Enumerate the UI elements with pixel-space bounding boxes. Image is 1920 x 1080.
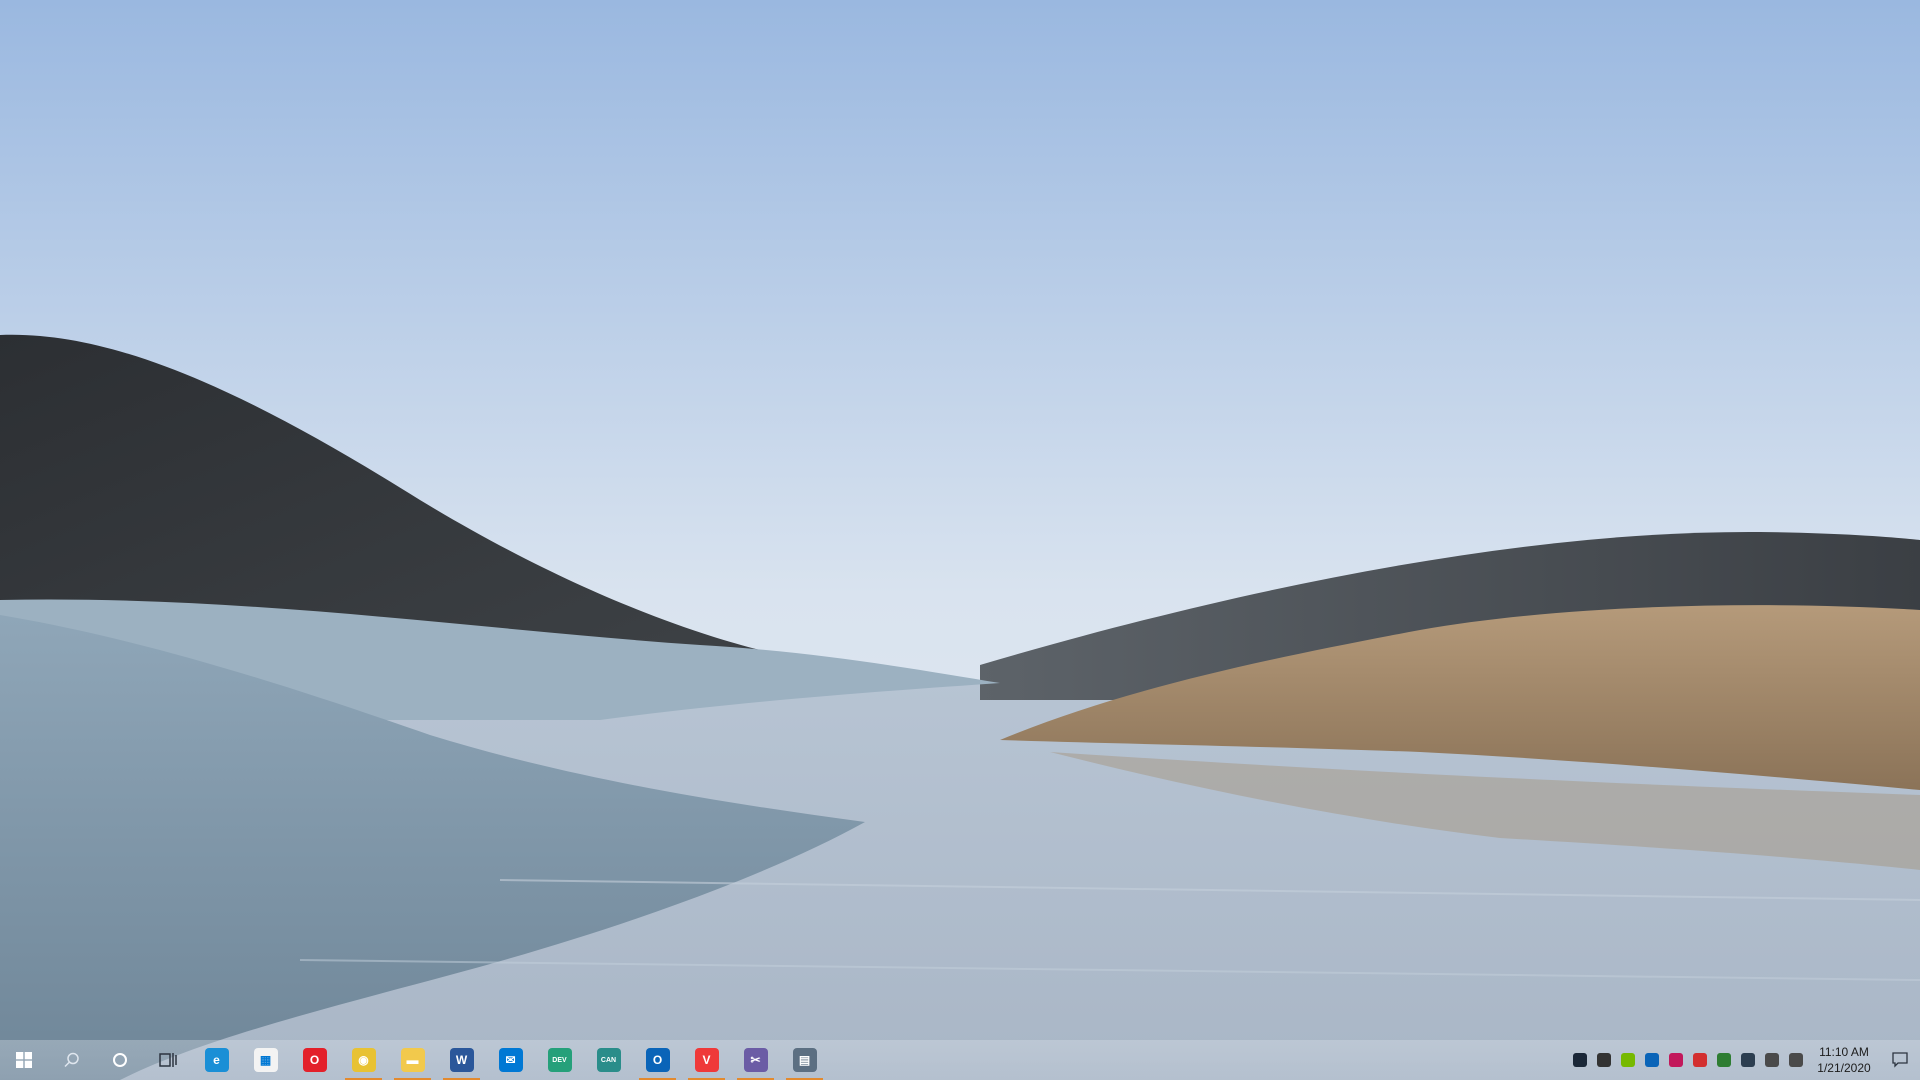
volume-muted-tray-icon <box>1789 1053 1803 1067</box>
taskbar-app-outlook[interactable]: O <box>633 1040 682 1080</box>
action-center-button[interactable] <box>1880 1040 1920 1080</box>
system-tray: 11:10 AM 1/21/2020 <box>1568 1040 1920 1080</box>
printer-tray-button[interactable] <box>1592 1040 1616 1080</box>
pinned-apps: e ▦ O ◉ ▬ W ✉ DEV CAN O V ✂ ▤ <box>192 1040 829 1080</box>
taskbar-app-edge-canary[interactable]: CAN <box>584 1040 633 1080</box>
taskbar-app-snip-tool[interactable]: ✂ <box>731 1040 780 1080</box>
taskbar-app-opera[interactable]: O <box>290 1040 339 1080</box>
security-tray-icon <box>1717 1053 1731 1067</box>
security-tray-button[interactable] <box>1712 1040 1736 1080</box>
edge-canary-icon: CAN <box>596 1048 621 1072</box>
taskbar-app-word[interactable]: W <box>437 1040 486 1080</box>
shield-tray-icon <box>1741 1053 1755 1067</box>
taskbar: e ▦ O ◉ ▬ W ✉ DEV CAN O V ✂ ▤ 11:10 AM 1/21/2020 <box>0 1040 1920 1080</box>
edge-icon: e <box>204 1048 229 1072</box>
edge-dev-icon: DEV <box>547 1048 572 1072</box>
tray-icons <box>1568 1040 1808 1080</box>
wallpaper <box>0 0 1920 1080</box>
volume-muted-tray-button[interactable] <box>1784 1040 1808 1080</box>
windows-logo-icon <box>16 1052 32 1068</box>
word-icon: W <box>449 1048 474 1072</box>
search-button[interactable] <box>48 1040 96 1080</box>
screenshot-tray-button[interactable] <box>1688 1040 1712 1080</box>
taskbar-app-chrome[interactable]: ◉ <box>339 1040 388 1080</box>
clock-time: 11:10 AM <box>1819 1045 1869 1059</box>
network-tray-button[interactable] <box>1760 1040 1784 1080</box>
outlook-icon: O <box>645 1048 670 1072</box>
shield-tray-button[interactable] <box>1736 1040 1760 1080</box>
search-icon <box>64 1052 79 1068</box>
start-button[interactable] <box>0 1040 48 1080</box>
nvidia-tray-icon <box>1621 1053 1635 1067</box>
steam-tray-button[interactable] <box>1568 1040 1592 1080</box>
network-tray-icon <box>1765 1053 1779 1067</box>
task-view-button[interactable] <box>144 1040 192 1080</box>
steam-tray-icon <box>1573 1053 1587 1067</box>
mail-icon: ✉ <box>498 1048 523 1072</box>
outlook-tray-icon <box>1645 1053 1659 1067</box>
file-explorer-icon: ▬ <box>400 1048 425 1072</box>
clock-date: 1/21/2020 <box>1817 1061 1871 1075</box>
taskbar-left: e ▦ O ◉ ▬ W ✉ DEV CAN O V ✂ ▤ <box>0 1040 829 1080</box>
screenshot-tray-icon <box>1693 1053 1707 1067</box>
paint-tray-button[interactable] <box>1664 1040 1688 1080</box>
taskbar-app-file-explorer[interactable]: ▬ <box>388 1040 437 1080</box>
taskbar-app-mail[interactable]: ✉ <box>486 1040 535 1080</box>
news-icon: ▤ <box>792 1048 817 1072</box>
taskbar-app-news[interactable]: ▤ <box>780 1040 829 1080</box>
cortana-button[interactable] <box>96 1040 144 1080</box>
nvidia-tray-button[interactable] <box>1616 1040 1640 1080</box>
clock[interactable]: 11:10 AM 1/21/2020 <box>1808 1040 1880 1080</box>
paint-tray-icon <box>1669 1053 1683 1067</box>
desktop: e ▦ O ◉ ▬ W ✉ DEV CAN O V ✂ ▤ 11:10 AM 1/21/2020 <box>0 0 1920 1080</box>
chrome-icon: ◉ <box>351 1048 376 1072</box>
outlook-tray-button[interactable] <box>1640 1040 1664 1080</box>
action-center-icon <box>1892 1052 1908 1068</box>
opera-icon: O <box>302 1048 327 1072</box>
task-view-icon <box>159 1053 177 1067</box>
taskbar-app-microsoft-store[interactable]: ▦ <box>241 1040 290 1080</box>
taskbar-app-edge-dev[interactable]: DEV <box>535 1040 584 1080</box>
taskbar-app-vivaldi[interactable]: V <box>682 1040 731 1080</box>
cortana-ring-icon <box>113 1053 127 1067</box>
snip-tool-icon: ✂ <box>743 1048 768 1072</box>
taskbar-app-edge[interactable]: e <box>192 1040 241 1080</box>
printer-tray-icon <box>1597 1053 1611 1067</box>
vivaldi-icon: V <box>694 1048 719 1072</box>
microsoft-store-icon: ▦ <box>253 1048 278 1072</box>
